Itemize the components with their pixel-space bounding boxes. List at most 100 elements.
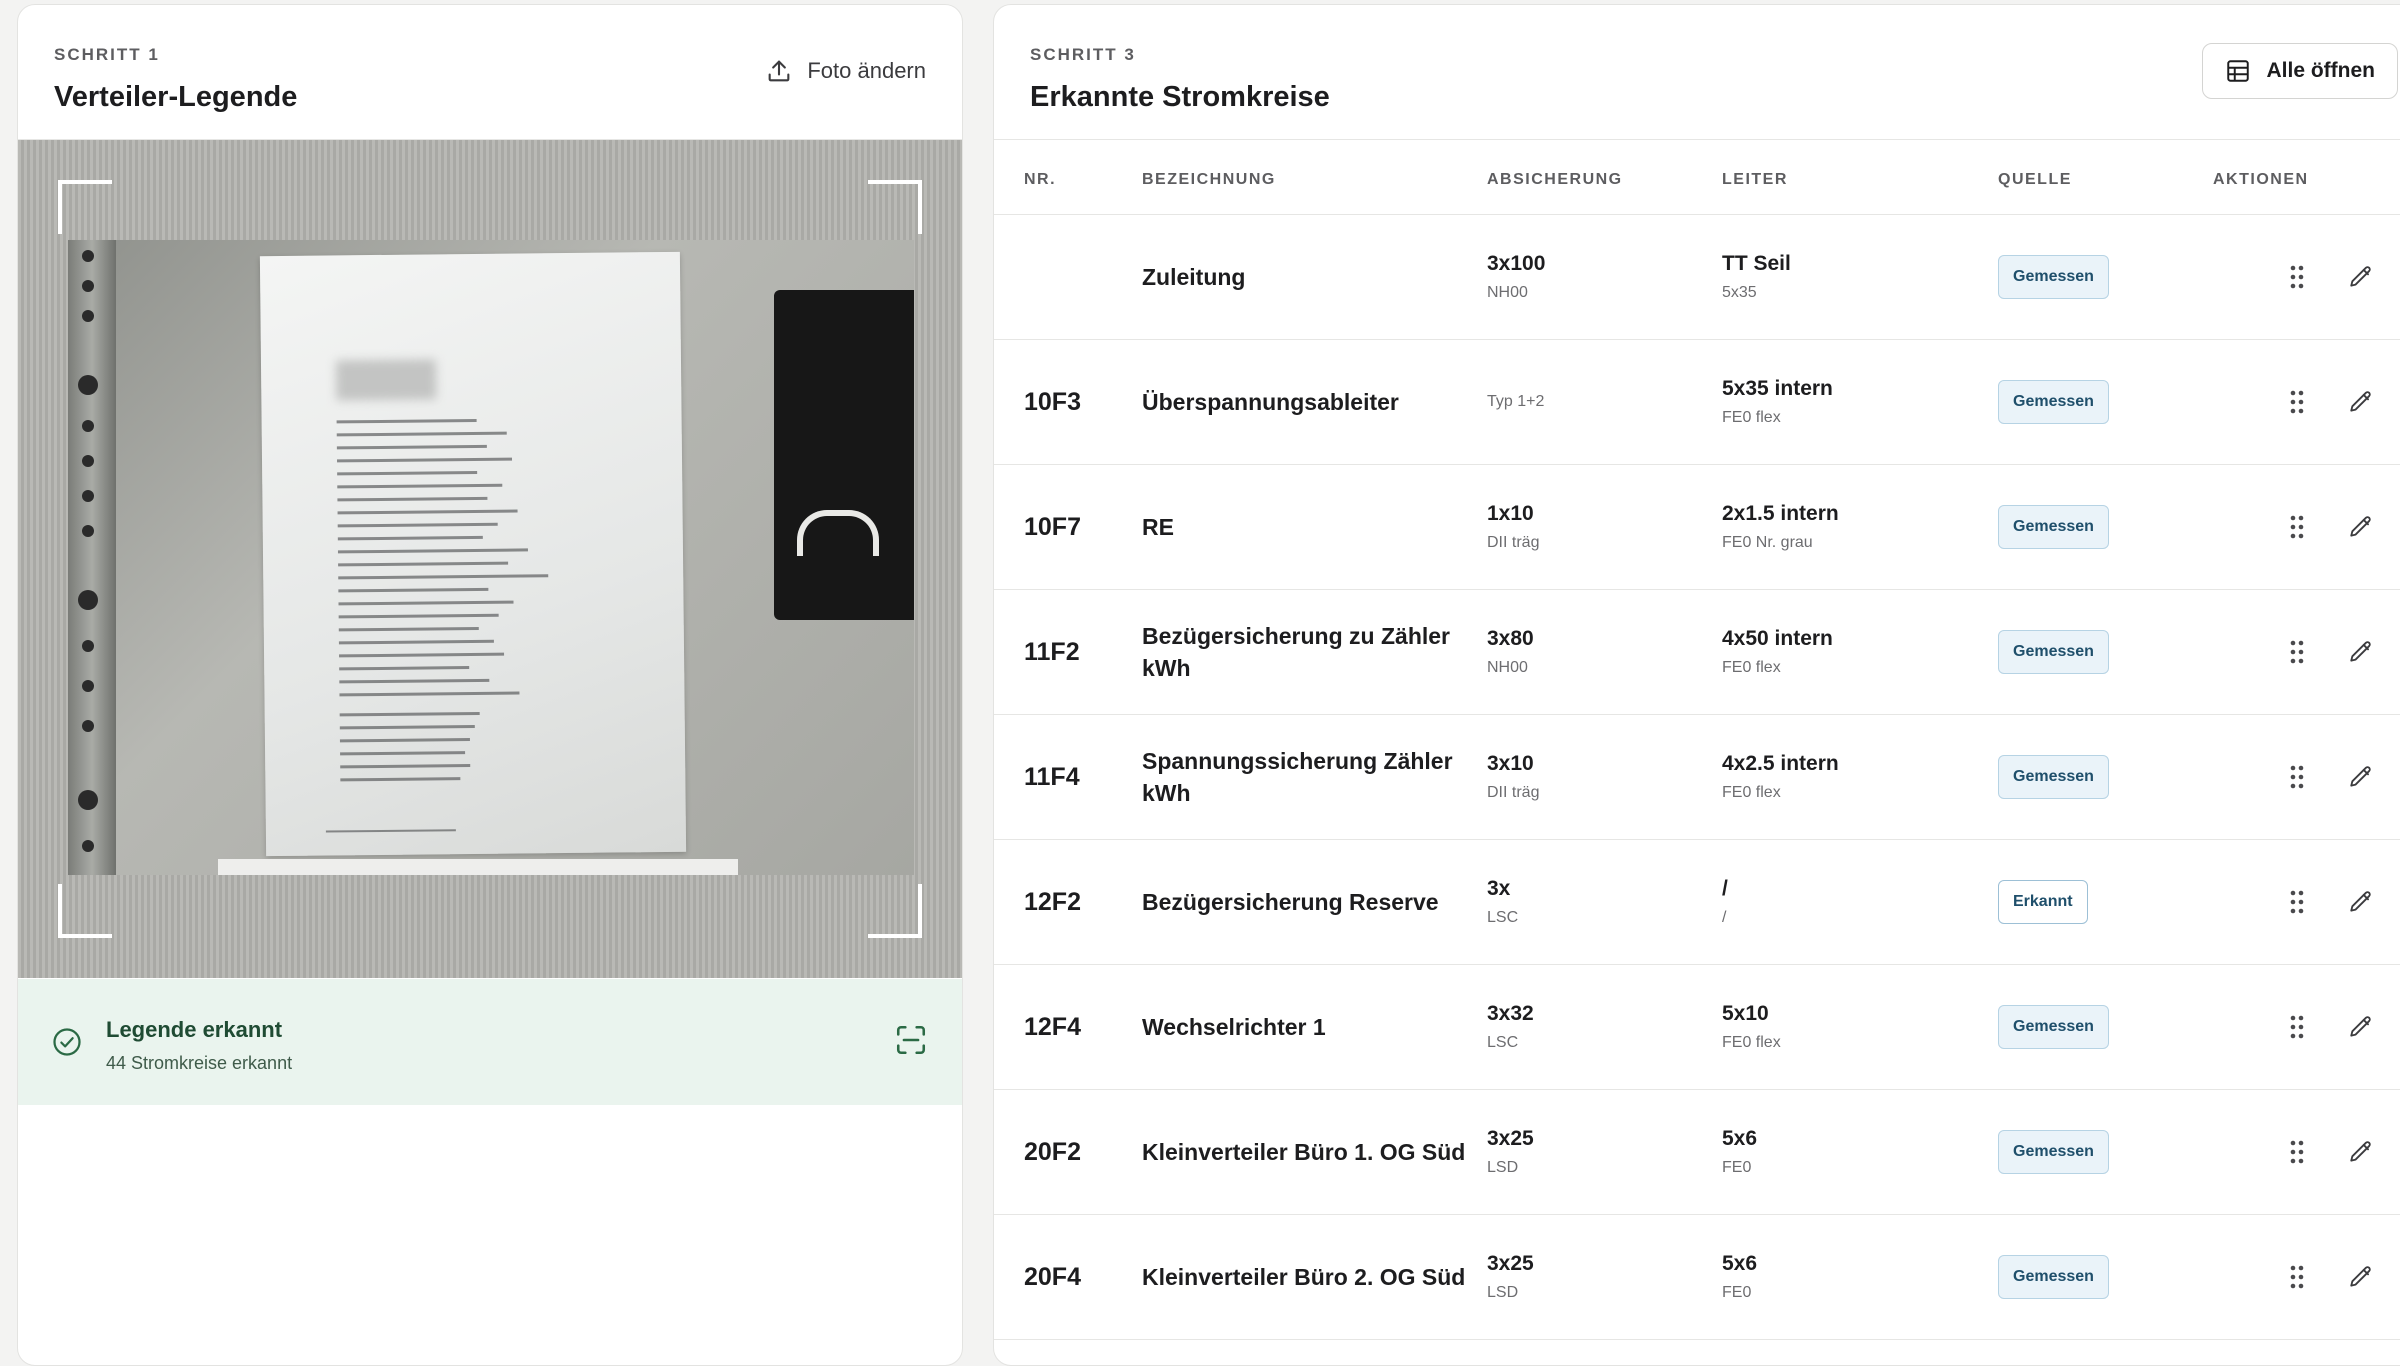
table-row[interactable]: 12F2 Bezügersicherung Reserve 3x LSC / /… (994, 840, 2400, 965)
circuit-number: 11F4 (1024, 762, 1080, 791)
conductor-cell: 5x6 FE0 (1722, 1090, 1757, 1214)
fuse-type: DII träg (1487, 784, 1540, 801)
fuse-cell: 3x80 NH00 (1487, 590, 1534, 714)
actions-cell (2284, 965, 2374, 1089)
drag-handle-icon[interactable] (2284, 889, 2310, 915)
conductor-main: 4x50 intern (1722, 627, 1833, 650)
pencil-icon[interactable] (2348, 889, 2374, 915)
table-row[interactable]: 20F4 Kleinverteiler Büro 2. OG Süd 3x25 … (994, 1215, 2400, 1340)
conductor-cell: 2x1.5 intern FE0 Nr. grau (1722, 465, 1839, 589)
actions-cell (2284, 340, 2374, 464)
drag-handle-icon[interactable] (2284, 514, 2310, 540)
check-circle-icon (53, 1028, 81, 1056)
table-row[interactable]: 20F2 Kleinverteiler Büro 1. OG Süd 3x25 … (994, 1090, 2400, 1215)
fuse-type: LSD (1487, 1159, 1519, 1176)
change-photo-button[interactable]: Foto ändern (765, 57, 926, 85)
source-badge: Gemessen (1998, 255, 2109, 299)
fuse-cell: 1x10 DII träg (1487, 465, 1539, 589)
fuse-rating: 3x (1487, 877, 1511, 900)
table-row[interactable]: 11F4 Spannungssicherung Zähler kWh 3x10 … (994, 715, 2400, 840)
source-cell: Gemessen (1998, 1090, 2109, 1214)
drag-handle-icon[interactable] (2284, 764, 2310, 790)
circuit-name: Bezügersicherung zu Zähler kWh (1142, 623, 1451, 681)
crop-corner-top-right[interactable] (868, 180, 922, 234)
conductor-cell: 5x6 FE0 (1722, 1215, 1757, 1339)
drag-handle-icon[interactable] (2284, 639, 2310, 665)
open-all-button[interactable]: Alle öffnen (2201, 43, 2398, 99)
circuits-card: SCHRITT 3 Erkannte Stromkreise Alle öffn… (993, 4, 2400, 1366)
upload-icon (768, 60, 790, 82)
source-badge: Gemessen (1998, 1005, 2109, 1049)
card-title: Verteiler-Legende (54, 81, 298, 113)
circuit-name: Wechselrichter 1 (1142, 1014, 1326, 1040)
fuse-cell: Typ 1+2 (1487, 340, 1544, 464)
source-badge: Gemessen (1998, 1130, 2109, 1174)
conductor-sub: FE0 (1722, 1159, 1752, 1176)
pencil-icon[interactable] (2348, 1014, 2374, 1040)
source-cell: Erkannt (1998, 840, 2088, 964)
conductor-sub: / (1722, 909, 1727, 926)
source-badge: Gemessen (1998, 1255, 2109, 1299)
conductor-main: 4x2.5 intern (1722, 752, 1839, 775)
drag-handle-icon[interactable] (2284, 1264, 2310, 1290)
fuse-rating: 3x32 (1487, 1002, 1534, 1025)
crop-corner-bottom-left[interactable] (58, 884, 112, 938)
circuit-name: Kleinverteiler Büro 2. OG Süd (1142, 1264, 1466, 1290)
drag-handle-icon[interactable] (2284, 1139, 2310, 1165)
table-header: NR. BEZEICHNUNG ABSICHERUNG LEITER QUELL… (994, 140, 2400, 215)
conductor-sub: FE0 flex (1722, 784, 1781, 801)
change-photo-label: Foto ändern (807, 58, 926, 83)
card-title: Erkannte Stromkreise (1030, 81, 1330, 113)
fuse-type: LSC (1487, 1034, 1519, 1051)
actions-cell (2284, 1215, 2374, 1339)
conductor-cell: 4x50 intern FE0 flex (1722, 590, 1833, 714)
fuse-cell: 3x LSC (1487, 840, 1518, 964)
din-rail (68, 240, 116, 875)
legend-card-header: SCHRITT 1 Verteiler-Legende Foto ändern (18, 5, 962, 140)
conductor-cell: 5x10 FE0 flex (1722, 965, 1781, 1089)
table-row[interactable]: 11F2 Bezügersicherung zu Zähler kWh 3x80… (994, 590, 2400, 715)
pencil-icon[interactable] (2348, 264, 2374, 290)
fuse-rating: 3x25 (1487, 1127, 1534, 1150)
circuit-table-body: Zuleitung 3x100 NH00 TT Seil 5x35 Gemess… (994, 215, 2400, 1340)
drag-handle-icon[interactable] (2284, 389, 2310, 415)
circuits-card-header: SCHRITT 3 Erkannte Stromkreise Alle öffn… (994, 5, 2400, 140)
conductor-main: 5x6 (1722, 1127, 1758, 1150)
conductor-main: TT Seil (1722, 252, 1791, 275)
step-label: SCHRITT 1 (54, 45, 160, 64)
circuit-number: 20F4 (1024, 1262, 1081, 1291)
pencil-icon[interactable] (2348, 389, 2374, 415)
conductor-cell: TT Seil 5x35 (1722, 215, 1791, 339)
fuse-type: LSC (1487, 909, 1519, 926)
crop-corner-top-left[interactable] (58, 180, 112, 234)
scan-icon[interactable] (894, 1023, 928, 1057)
table-row[interactable]: 10F7 RE 1x10 DII träg 2x1.5 intern FE0 N… (994, 465, 2400, 590)
fuse-type: NH00 (1487, 659, 1528, 676)
table-row[interactable]: 12F4 Wechselrichter 1 3x32 LSC 5x10 FE0 … (994, 965, 2400, 1090)
crop-corner-bottom-right[interactable] (868, 884, 922, 938)
pencil-icon[interactable] (2348, 1139, 2374, 1165)
drag-handle-icon[interactable] (2284, 1014, 2310, 1040)
pencil-icon[interactable] (2348, 514, 2374, 540)
legend-photo (68, 240, 914, 875)
circuit-name: Bezügersicherung Reserve (1142, 889, 1439, 915)
source-cell: Gemessen (1998, 715, 2109, 839)
table-row[interactable]: Zuleitung 3x100 NH00 TT Seil 5x35 Gemess… (994, 215, 2400, 340)
source-badge: Gemessen (1998, 505, 2109, 549)
fuse-type: DII träg (1487, 534, 1540, 551)
conductor-sub: FE0 flex (1722, 659, 1781, 676)
circuit-name: Überspannungsableiter (1142, 389, 1399, 415)
drag-handle-icon[interactable] (2284, 264, 2310, 290)
pencil-icon[interactable] (2348, 639, 2374, 665)
table-row[interactable]: 10F3 Überspannungsableiter Typ 1+2 5x35 … (994, 340, 2400, 465)
pencil-icon[interactable] (2348, 1264, 2374, 1290)
legend-photo-area[interactable] (18, 140, 962, 978)
conductor-cell: 4x2.5 intern FE0 flex (1722, 715, 1839, 839)
fuse-rating: 3x100 (1487, 252, 1546, 275)
cable (797, 510, 879, 556)
pencil-icon[interactable] (2348, 764, 2374, 790)
conductor-main: / (1722, 877, 1728, 900)
column-header-quelle: QUELLE (1998, 171, 2072, 188)
status-title: Legende erkannt (106, 1017, 283, 1042)
status-subtitle: 44 Stromkreise erkannt (106, 1053, 293, 1073)
